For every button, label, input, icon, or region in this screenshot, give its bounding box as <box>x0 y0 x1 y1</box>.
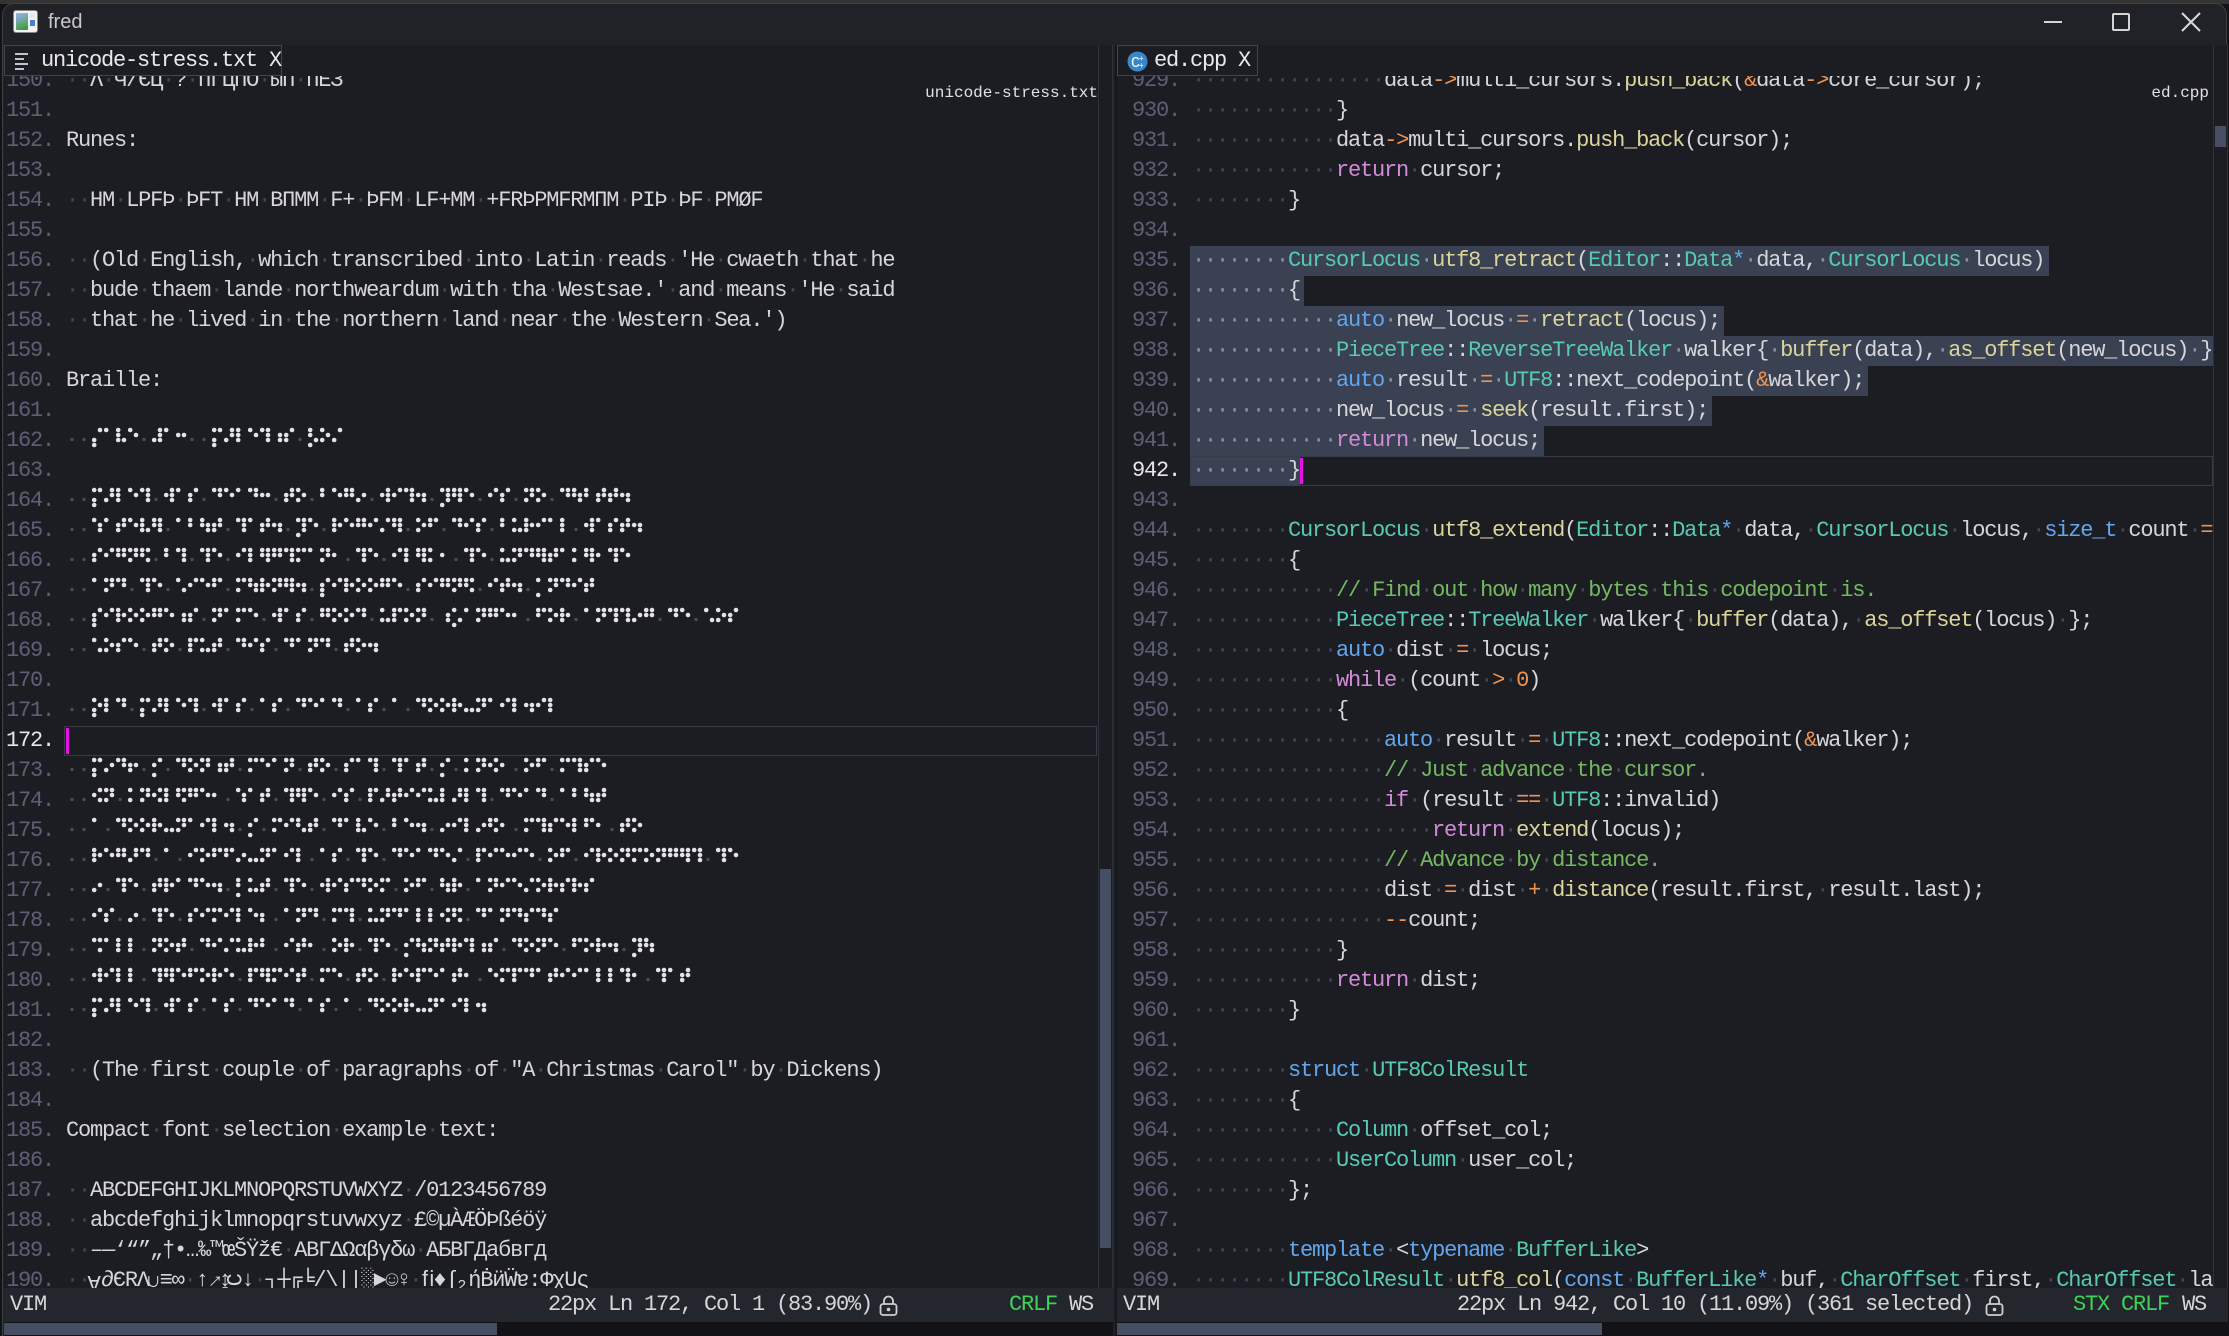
svg-text:+: + <box>1139 61 1144 70</box>
